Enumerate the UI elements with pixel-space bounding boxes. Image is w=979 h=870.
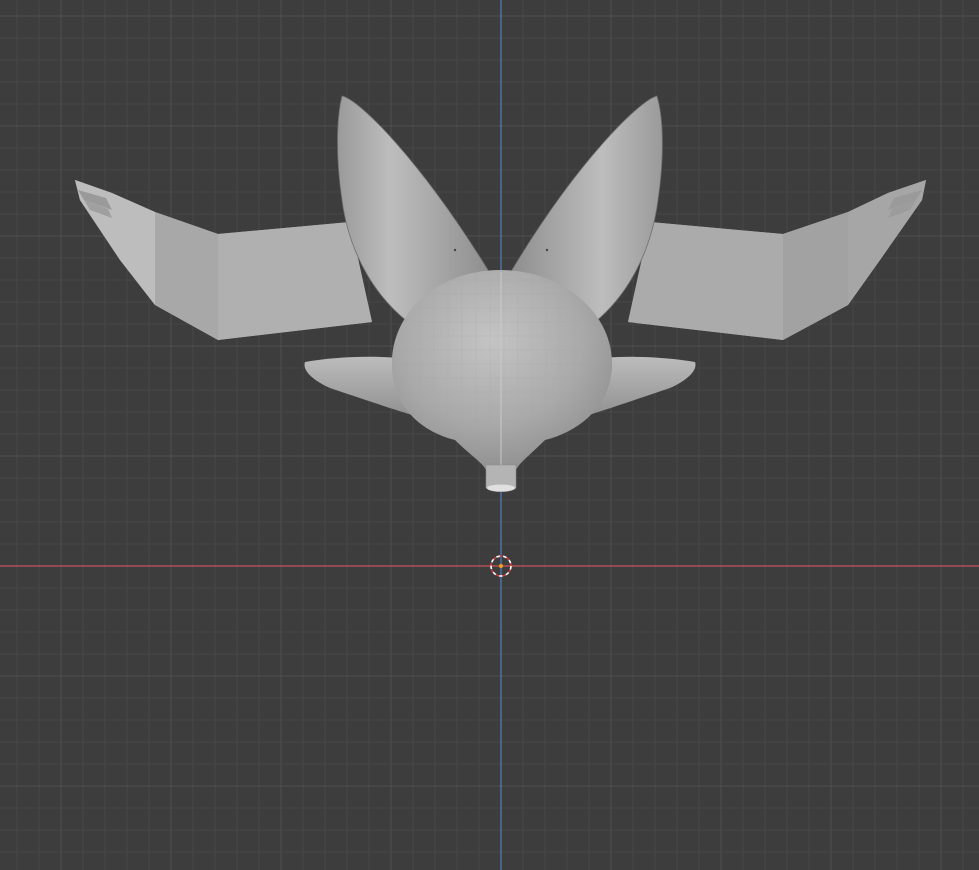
3d-cursor-icon[interactable] [0,0,979,870]
3d-viewport[interactable] [0,0,979,870]
